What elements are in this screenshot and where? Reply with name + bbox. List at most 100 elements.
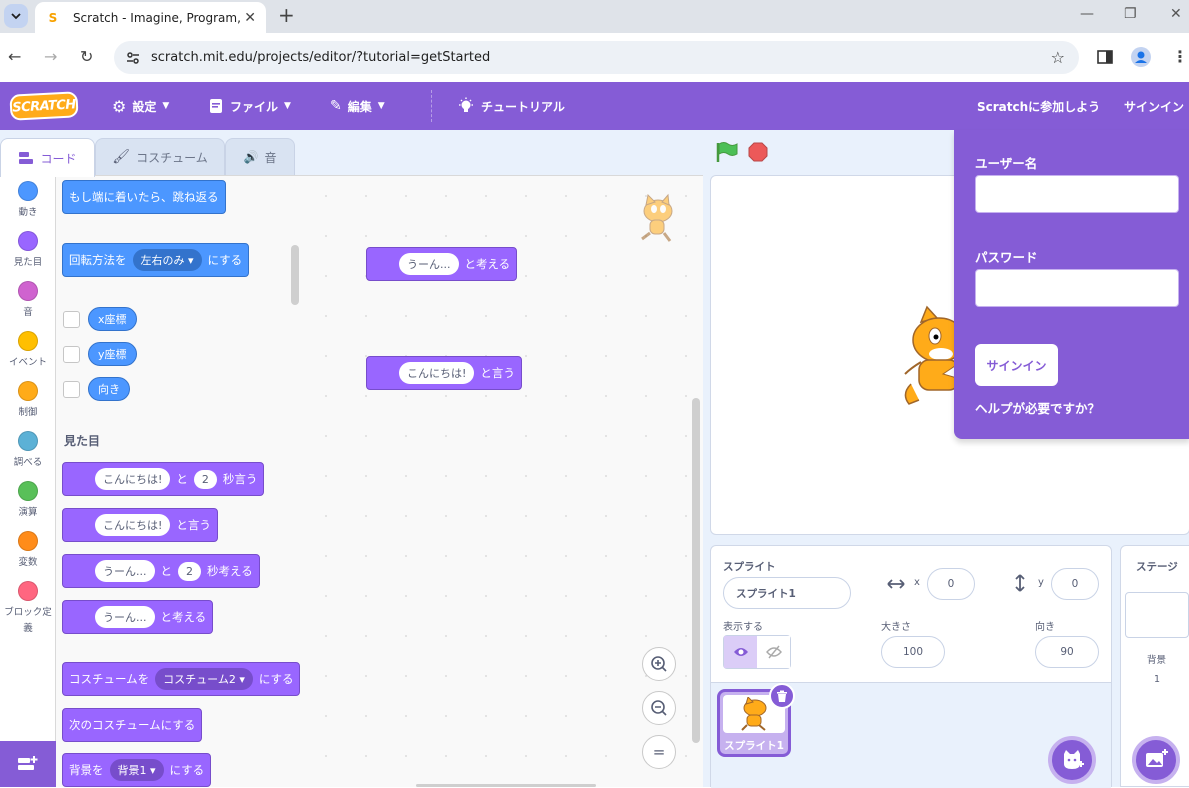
rotation-style-dropdown[interactable]: 左右のみ ▾ bbox=[132, 249, 202, 271]
text-input[interactable]: うーん... bbox=[95, 560, 155, 582]
hide-button[interactable] bbox=[757, 636, 790, 668]
site-info-icon[interactable] bbox=[125, 50, 141, 66]
tab-costumes-label: コスチューム bbox=[136, 150, 208, 165]
close-tab-icon[interactable]: ✕ bbox=[244, 10, 256, 26]
back-icon[interactable]: ← bbox=[8, 47, 21, 66]
workspace-vertical-scrollbar[interactable] bbox=[692, 398, 700, 743]
tab-search-button[interactable] bbox=[4, 4, 28, 28]
new-tab-icon[interactable]: + bbox=[278, 5, 295, 25]
category-sound[interactable]: 音 bbox=[0, 281, 56, 321]
code-blocks-icon bbox=[19, 152, 34, 164]
address-bar[interactable]: scratch.mit.edu/projects/editor/?tutoria… bbox=[114, 41, 1079, 74]
settings-label: 設定 bbox=[132, 99, 157, 114]
block-next-costume[interactable]: 次のコスチュームにする bbox=[62, 708, 203, 742]
choose-sprite-button[interactable] bbox=[1048, 736, 1096, 784]
join-scratch-link[interactable]: Scratchに参加しよう bbox=[977, 82, 1100, 130]
category-sensing[interactable]: 調べる bbox=[0, 431, 56, 471]
workspace-block-say[interactable]: こんにちは! と言う bbox=[366, 356, 522, 390]
category-my-blocks[interactable]: ブロック定義 bbox=[0, 581, 56, 637]
need-help-link[interactable]: ヘルプが必要ですか？ bbox=[975, 398, 1100, 417]
xpos-checkbox[interactable] bbox=[63, 311, 80, 328]
green-flag-icon[interactable] bbox=[715, 141, 739, 163]
profile-avatar-icon[interactable] bbox=[1131, 47, 1151, 67]
number-input[interactable]: 2 bbox=[193, 469, 217, 489]
browser-tab[interactable]: S Scratch - Imagine, Program, Share ✕ bbox=[35, 2, 266, 33]
vertical-arrows-icon bbox=[1015, 574, 1025, 592]
number-input[interactable]: 2 bbox=[178, 561, 201, 581]
tutorials-button[interactable]: チュートリアル bbox=[457, 82, 565, 130]
category-dot bbox=[18, 431, 38, 451]
category-looks[interactable]: 見た目 bbox=[0, 231, 56, 271]
zoom-reset-button[interactable]: = bbox=[642, 735, 676, 769]
block-say[interactable]: こんにちは! と言う bbox=[62, 508, 218, 542]
block-think-for-secs[interactable]: うーん... と 2 秒考える bbox=[62, 554, 260, 588]
tab-code[interactable]: コード bbox=[0, 138, 95, 177]
forward-icon[interactable]: → bbox=[44, 47, 57, 66]
side-panel-icon[interactable] bbox=[1097, 49, 1113, 65]
minimize-icon[interactable]: — bbox=[1080, 6, 1094, 22]
direction-checkbox[interactable] bbox=[63, 381, 80, 398]
tutorials-label: チュートリアル bbox=[481, 99, 565, 114]
reporter-x-position[interactable]: x座標 bbox=[88, 307, 137, 331]
palette-scrollbar[interactable] bbox=[291, 245, 299, 305]
add-extension-button[interactable] bbox=[0, 741, 56, 787]
sprite-name-input[interactable]: スプライト1 bbox=[723, 577, 851, 609]
scratch-cat-sprite[interactable] bbox=[901, 304, 961, 414]
category-dot bbox=[18, 281, 38, 301]
category-control[interactable]: 制御 bbox=[0, 381, 56, 421]
block-set-rotation-style[interactable]: 回転方法を 左右のみ ▾ にする bbox=[62, 243, 250, 277]
workspace-block-think[interactable]: うーん... と考える bbox=[366, 247, 518, 281]
size-input[interactable]: 100 bbox=[881, 636, 945, 668]
text-input[interactable]: うーん... bbox=[399, 253, 459, 275]
signin-link[interactable]: サインイン bbox=[1124, 82, 1184, 130]
category-dot bbox=[18, 531, 38, 551]
reporter-y-position[interactable]: y座標 bbox=[88, 342, 137, 366]
file-menu[interactable]: ファイル ▼ bbox=[208, 82, 291, 130]
tab-costumes[interactable]: 🖌 コスチューム bbox=[95, 138, 225, 176]
costume-dropdown[interactable]: コスチューム2 ▾ bbox=[155, 668, 253, 690]
settings-menu[interactable]: ⚙ 設定 ▼ bbox=[112, 82, 169, 130]
delete-sprite-button[interactable] bbox=[769, 683, 795, 709]
restore-icon[interactable]: ❐ bbox=[1124, 6, 1137, 22]
username-input[interactable] bbox=[975, 175, 1179, 213]
backdrop-dropdown[interactable]: 背景1 ▾ bbox=[109, 759, 164, 781]
block-think[interactable]: うーん... と考える bbox=[62, 600, 214, 634]
bookmark-star-icon[interactable]: ☆ bbox=[1051, 48, 1065, 67]
category-events[interactable]: イベント bbox=[0, 331, 56, 371]
block-switch-costume[interactable]: コスチュームを コスチューム2 ▾ にする bbox=[62, 662, 301, 696]
reporter-direction[interactable]: 向き bbox=[88, 377, 130, 401]
reload-icon[interactable]: ↻ bbox=[80, 47, 93, 66]
speaker-icon: 🔊 bbox=[243, 150, 259, 164]
close-window-icon[interactable]: ✕ bbox=[1170, 6, 1182, 22]
block-text: にする bbox=[207, 253, 243, 267]
category-operators[interactable]: 演算 bbox=[0, 481, 56, 521]
block-bounce-on-edge[interactable]: もし端に着いたら、跳ね返る bbox=[62, 180, 226, 214]
scratch-logo[interactable]: SCRATCH bbox=[9, 91, 79, 121]
zoom-out-button[interactable] bbox=[642, 691, 676, 725]
direction-input[interactable]: 90 bbox=[1035, 636, 1099, 668]
x-input[interactable]: 0 bbox=[927, 568, 975, 600]
text-input[interactable]: うーん... bbox=[95, 606, 155, 628]
choose-backdrop-button[interactable] bbox=[1132, 736, 1180, 784]
password-input[interactable] bbox=[975, 269, 1179, 307]
text-input[interactable]: こんにちは! bbox=[95, 468, 171, 490]
tab-code-label: コード bbox=[40, 151, 77, 166]
text-input[interactable]: こんにちは! bbox=[399, 362, 475, 384]
edit-menu[interactable]: ✎ 編集 ▼ bbox=[330, 82, 385, 130]
text-input[interactable]: こんにちは! bbox=[95, 514, 171, 536]
block-text: もし端に着いたら、跳ね返る bbox=[69, 190, 219, 204]
block-switch-backdrop[interactable]: 背景を 背景1 ▾ にする bbox=[62, 753, 212, 787]
signin-button[interactable]: サインイン bbox=[975, 344, 1058, 386]
ypos-checkbox[interactable] bbox=[63, 346, 80, 363]
y-input[interactable]: 0 bbox=[1051, 568, 1099, 600]
category-motion[interactable]: 動き bbox=[0, 181, 56, 221]
stop-icon[interactable] bbox=[748, 142, 768, 162]
category-variables[interactable]: 変数 bbox=[0, 531, 56, 571]
zoom-in-button[interactable] bbox=[642, 647, 676, 681]
show-button[interactable] bbox=[724, 636, 757, 668]
tab-sounds[interactable]: 🔊 音 bbox=[225, 138, 295, 176]
username-label: ユーザー名 bbox=[975, 156, 1038, 171]
block-say-for-secs[interactable]: こんにちは! と 2 秒言う bbox=[62, 462, 265, 496]
stage-thumbnail[interactable] bbox=[1125, 592, 1189, 638]
browser-menu-icon[interactable]: ⋮ bbox=[1172, 47, 1188, 66]
